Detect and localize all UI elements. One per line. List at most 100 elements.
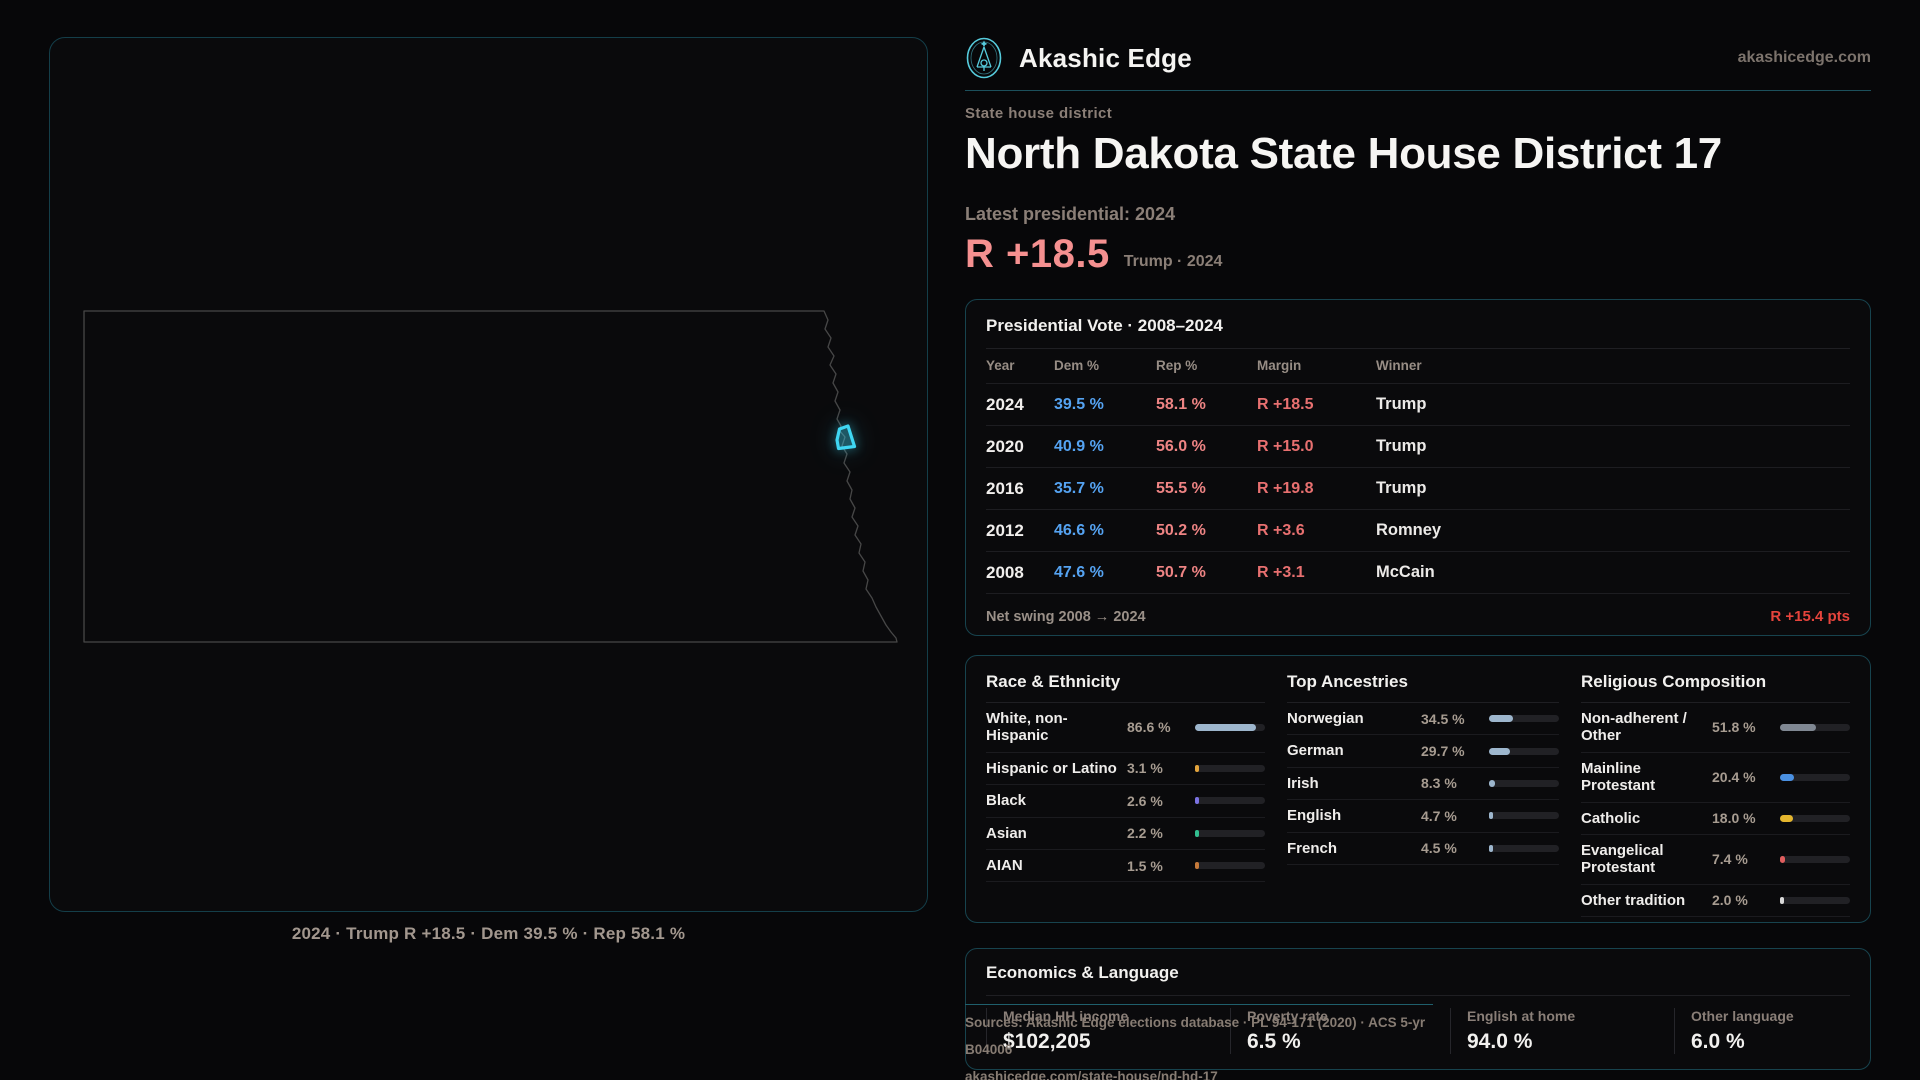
stat-bar-fill bbox=[1195, 829, 1199, 837]
race-ethnicity-column: Race & Ethnicity White, non-Hispanic 86.… bbox=[986, 672, 1265, 917]
stat-row: Norwegian 34.5 % bbox=[1287, 703, 1559, 736]
stat-label: White, non-Hispanic bbox=[986, 710, 1068, 745]
cell-rep-pct: 50.2 % bbox=[1156, 521, 1206, 539]
vote-table-row: 2012 46.6 % 50.2 % R +3.6 Romney bbox=[986, 510, 1850, 552]
stat-value: 2.6 % bbox=[1127, 792, 1163, 809]
stat-bar-track bbox=[1780, 896, 1850, 904]
stat-value: 2.2 % bbox=[1127, 825, 1163, 842]
cell-winner: McCain bbox=[1376, 563, 1435, 581]
stat-row: Catholic 18.0 % bbox=[1581, 803, 1850, 835]
stat-label: Catholic bbox=[1581, 809, 1641, 827]
cell-margin: R +18.5 bbox=[1257, 395, 1314, 413]
site-domain-link[interactable]: akashicedge.com bbox=[1738, 49, 1871, 67]
religion-title: Religious Composition bbox=[1581, 672, 1850, 703]
stat-label: Hispanic or Latino bbox=[986, 759, 1117, 777]
cell-winner: Trump bbox=[1376, 437, 1427, 455]
col-rep: Rep % bbox=[1156, 358, 1198, 373]
col-dem: Dem % bbox=[1054, 358, 1100, 373]
stat-row: Black 2.6 % bbox=[986, 785, 1265, 818]
cell-margin: R +3.6 bbox=[1257, 521, 1305, 539]
stat-bar-track bbox=[1489, 812, 1559, 820]
stat-value: 7.4 % bbox=[1712, 851, 1748, 868]
economic-stat-label: Other language bbox=[1691, 1008, 1794, 1024]
stat-row: Mainline Protestant 20.4 % bbox=[1581, 753, 1850, 803]
north-dakota-map bbox=[83, 310, 898, 643]
stat-value: 4.7 % bbox=[1421, 807, 1457, 824]
col-winner: Winner bbox=[1376, 358, 1422, 373]
cell-winner: Romney bbox=[1376, 521, 1442, 539]
economics-title: Economics & Language bbox=[986, 963, 1179, 982]
cell-rep-pct: 55.5 % bbox=[1156, 479, 1206, 497]
religion-column: Religious Composition Non-adherent / Oth… bbox=[1581, 672, 1850, 918]
stat-bar-track bbox=[1195, 723, 1265, 731]
stat-value: 1.5 % bbox=[1127, 857, 1163, 874]
net-swing-value: R +15.4 pts bbox=[1770, 608, 1850, 625]
vote-table-row: 2024 39.5 % 58.1 % R +18.5 Trump bbox=[986, 384, 1850, 426]
stat-row: Other tradition 2.0 % bbox=[1581, 885, 1850, 918]
header-divider bbox=[965, 90, 1871, 91]
cell-margin: R +15.0 bbox=[1257, 437, 1314, 455]
economic-stat-label: English at home bbox=[1467, 1008, 1576, 1024]
cell-rep-pct: 58.1 % bbox=[1156, 395, 1206, 413]
vote-panel-title: Presidential Vote · 2008–2024 bbox=[986, 316, 1850, 349]
stat-value: 8.3 % bbox=[1421, 775, 1457, 792]
cell-winner: Trump bbox=[1376, 395, 1427, 413]
stat-value: 18.0 % bbox=[1712, 810, 1756, 827]
dashboard: 2024 · Trump R +18.5 · Dem 39.5 % · Rep … bbox=[0, 0, 1920, 1080]
stat-label: Other tradition bbox=[1581, 891, 1686, 909]
stat-label: Irish bbox=[1287, 774, 1319, 792]
sources-permalink[interactable]: akashicedge.com/state-house/nd-hd-17 bbox=[965, 1063, 1433, 1080]
stat-bar-fill bbox=[1780, 814, 1793, 822]
stat-value: 29.7 % bbox=[1421, 743, 1465, 760]
economic-stat-value: 94.0 % bbox=[1467, 1030, 1533, 1053]
headline-margin: R +18.5 Trump · 2024 bbox=[965, 234, 1871, 274]
col-year: Year bbox=[986, 358, 1015, 373]
religion-rows: Non-adherent / Other 51.8 % Mainline Pro… bbox=[1581, 703, 1850, 918]
stat-bar-fill bbox=[1489, 844, 1493, 852]
state-outline bbox=[83, 310, 898, 643]
district-map-panel bbox=[49, 37, 928, 912]
economic-stat-value: 6.0 % bbox=[1691, 1030, 1745, 1053]
race-rows: White, non-Hispanic 86.6 % Hispanic or L… bbox=[986, 703, 1265, 883]
cell-year: 2020 bbox=[986, 436, 1024, 456]
stat-bar-fill bbox=[1780, 896, 1784, 904]
stat-label: Asian bbox=[986, 824, 1027, 842]
stat-value: 86.6 % bbox=[1127, 719, 1171, 736]
stat-bar-fill bbox=[1489, 812, 1493, 820]
stat-row: White, non-Hispanic 86.6 % bbox=[986, 703, 1265, 753]
stat-label: Mainline Protestant bbox=[1581, 759, 1656, 795]
cell-margin: R +19.8 bbox=[1257, 479, 1314, 497]
economic-stat: Other language 6.0 % bbox=[1674, 1008, 1850, 1054]
stat-row: Irish 8.3 % bbox=[1287, 768, 1559, 801]
highlighted-district-shape[interactable] bbox=[835, 424, 857, 451]
stat-value: 34.5 % bbox=[1421, 710, 1465, 727]
cell-year: 2008 bbox=[986, 562, 1024, 582]
net-swing-row: Net swing 2008 → 2024 R +15.4 pts bbox=[986, 594, 1850, 625]
latest-presidential-label: Latest presidential: 2024 bbox=[965, 204, 1176, 224]
race-title: Race & Ethnicity bbox=[986, 672, 1265, 703]
ancestry-rows: Norwegian 34.5 % German 29.7 % Irish 8.3… bbox=[1287, 703, 1559, 865]
stat-bar-track bbox=[1489, 715, 1559, 723]
cell-year: 2012 bbox=[986, 520, 1024, 540]
stat-bar-track bbox=[1489, 779, 1559, 787]
ancestries-column: Top Ancestries Norwegian 34.5 % German 2… bbox=[1287, 672, 1559, 917]
stat-row: English 4.7 % bbox=[1287, 800, 1559, 833]
sources-footer: Sources: Akashic Edge elections database… bbox=[965, 1004, 1433, 1080]
stat-label: Evangelical Protestant bbox=[1581, 841, 1664, 877]
stat-row: Hispanic or Latino 3.1 % bbox=[986, 753, 1265, 786]
stat-bar-track bbox=[1195, 829, 1265, 837]
stat-bar-track bbox=[1780, 723, 1850, 731]
stat-bar-fill bbox=[1195, 764, 1199, 772]
margin-value: R +18.5 bbox=[965, 232, 1110, 276]
stat-bar-fill bbox=[1489, 747, 1510, 755]
cell-margin: R +3.1 bbox=[1257, 563, 1305, 581]
stat-row: Non-adherent / Other 51.8 % bbox=[1581, 703, 1850, 753]
stat-label: Norwegian bbox=[1287, 710, 1364, 727]
map-caption: 2024 · Trump R +18.5 · Dem 39.5 % · Rep … bbox=[291, 924, 686, 943]
cell-year: 2024 bbox=[986, 394, 1024, 414]
stat-bar-fill bbox=[1489, 715, 1514, 723]
cell-year: 2016 bbox=[986, 478, 1024, 498]
stat-row: Asian 2.2 % bbox=[986, 818, 1265, 850]
stat-bar-track bbox=[1195, 764, 1265, 772]
margin-note: Trump · 2024 bbox=[1123, 253, 1223, 270]
